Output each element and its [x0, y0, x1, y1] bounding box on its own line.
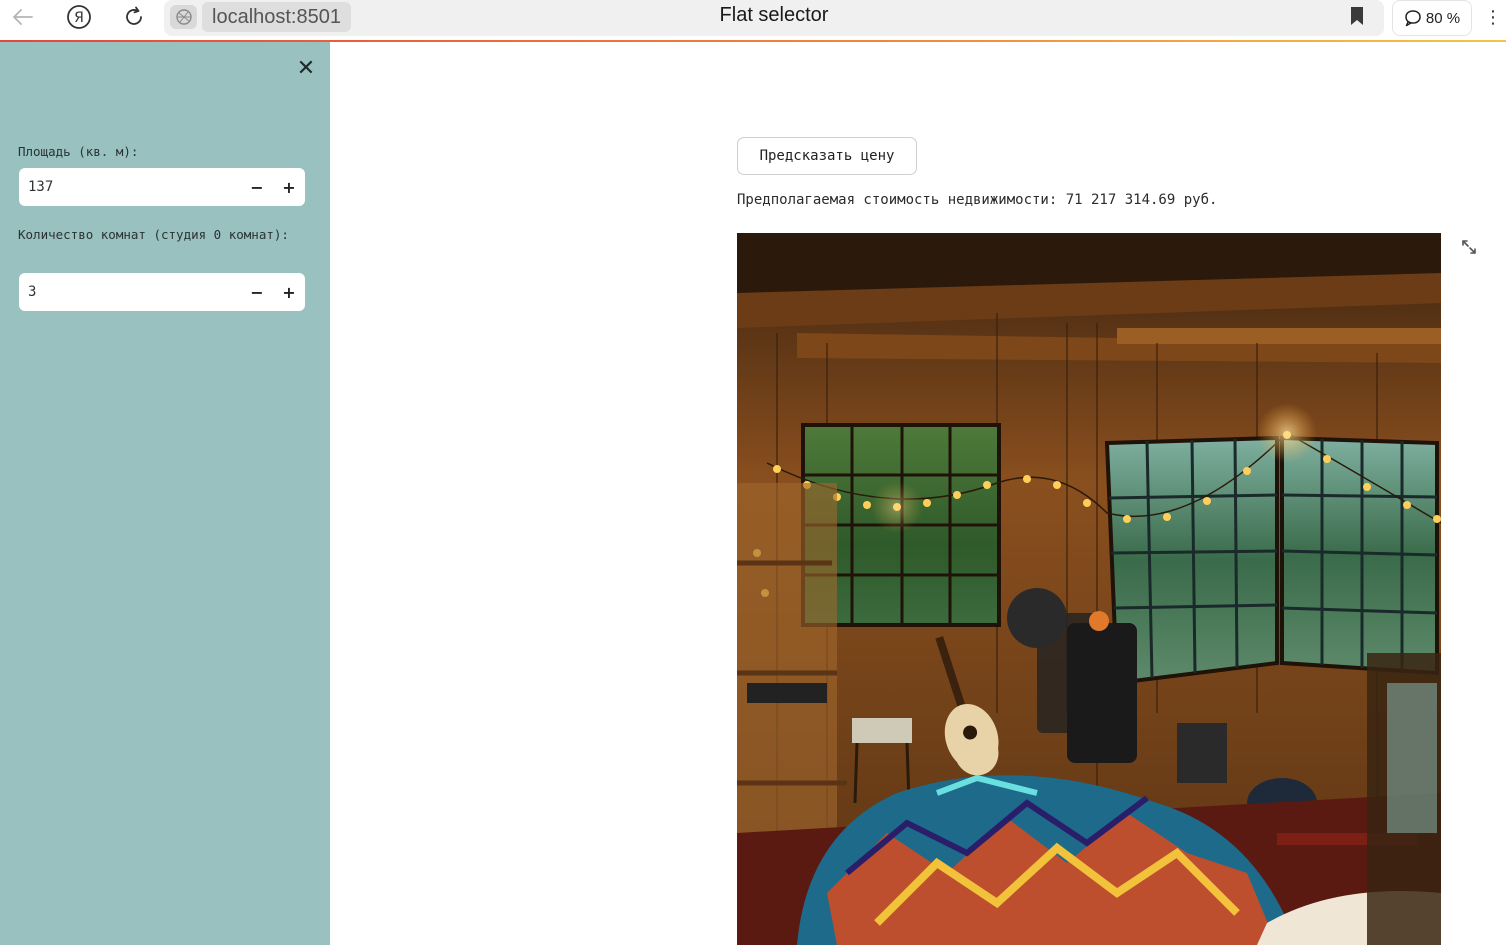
back-arrow-icon[interactable]	[9, 4, 37, 30]
bookmark-icon[interactable]	[1350, 6, 1364, 26]
area-number-input[interactable]: 137 − +	[19, 168, 305, 206]
zoom-label: 80 %	[1425, 9, 1461, 27]
sidebar: ✕ Площадь (кв. м): 137 − + Количество ко…	[0, 42, 330, 945]
predicted-price-text: Предполагаемая стоимость недвижимости: 7…	[737, 192, 1218, 208]
menu-kebab-icon[interactable]: ⋮	[1484, 4, 1502, 30]
fullscreen-icon[interactable]	[1460, 238, 1478, 256]
rooms-label: Количество комнат (студия 0 комнат):	[18, 227, 289, 242]
zoom-indicator[interactable]: 80 %	[1392, 0, 1472, 36]
url-text[interactable]: localhost:8501	[202, 2, 351, 32]
close-sidebar-icon[interactable]: ✕	[294, 56, 318, 81]
site-info-icon[interactable]	[170, 5, 197, 29]
rooms-value[interactable]: 3	[19, 284, 241, 300]
cabin-interior-image	[737, 233, 1441, 945]
rooms-decrement-button[interactable]: −	[241, 273, 273, 311]
area-value[interactable]: 137	[19, 179, 241, 195]
rooms-increment-button[interactable]: +	[273, 273, 305, 311]
area-increment-button[interactable]: +	[273, 168, 305, 206]
rooms-number-input[interactable]: 3 − +	[19, 273, 305, 311]
area-decrement-button[interactable]: −	[241, 168, 273, 206]
comment-icon	[1405, 10, 1421, 27]
yandex-logo-icon[interactable]: Я	[65, 4, 93, 30]
browser-toolbar: Я localhost:8501 Flat selector 80 % ⋮	[0, 0, 1506, 42]
svg-text:Я: Я	[74, 10, 84, 26]
address-bar[interactable]: localhost:8501 Flat selector	[164, 0, 1384, 36]
predict-price-button[interactable]: Предсказать цену	[737, 137, 917, 175]
reload-icon[interactable]	[120, 4, 148, 30]
area-label: Площадь (кв. м):	[18, 144, 139, 159]
